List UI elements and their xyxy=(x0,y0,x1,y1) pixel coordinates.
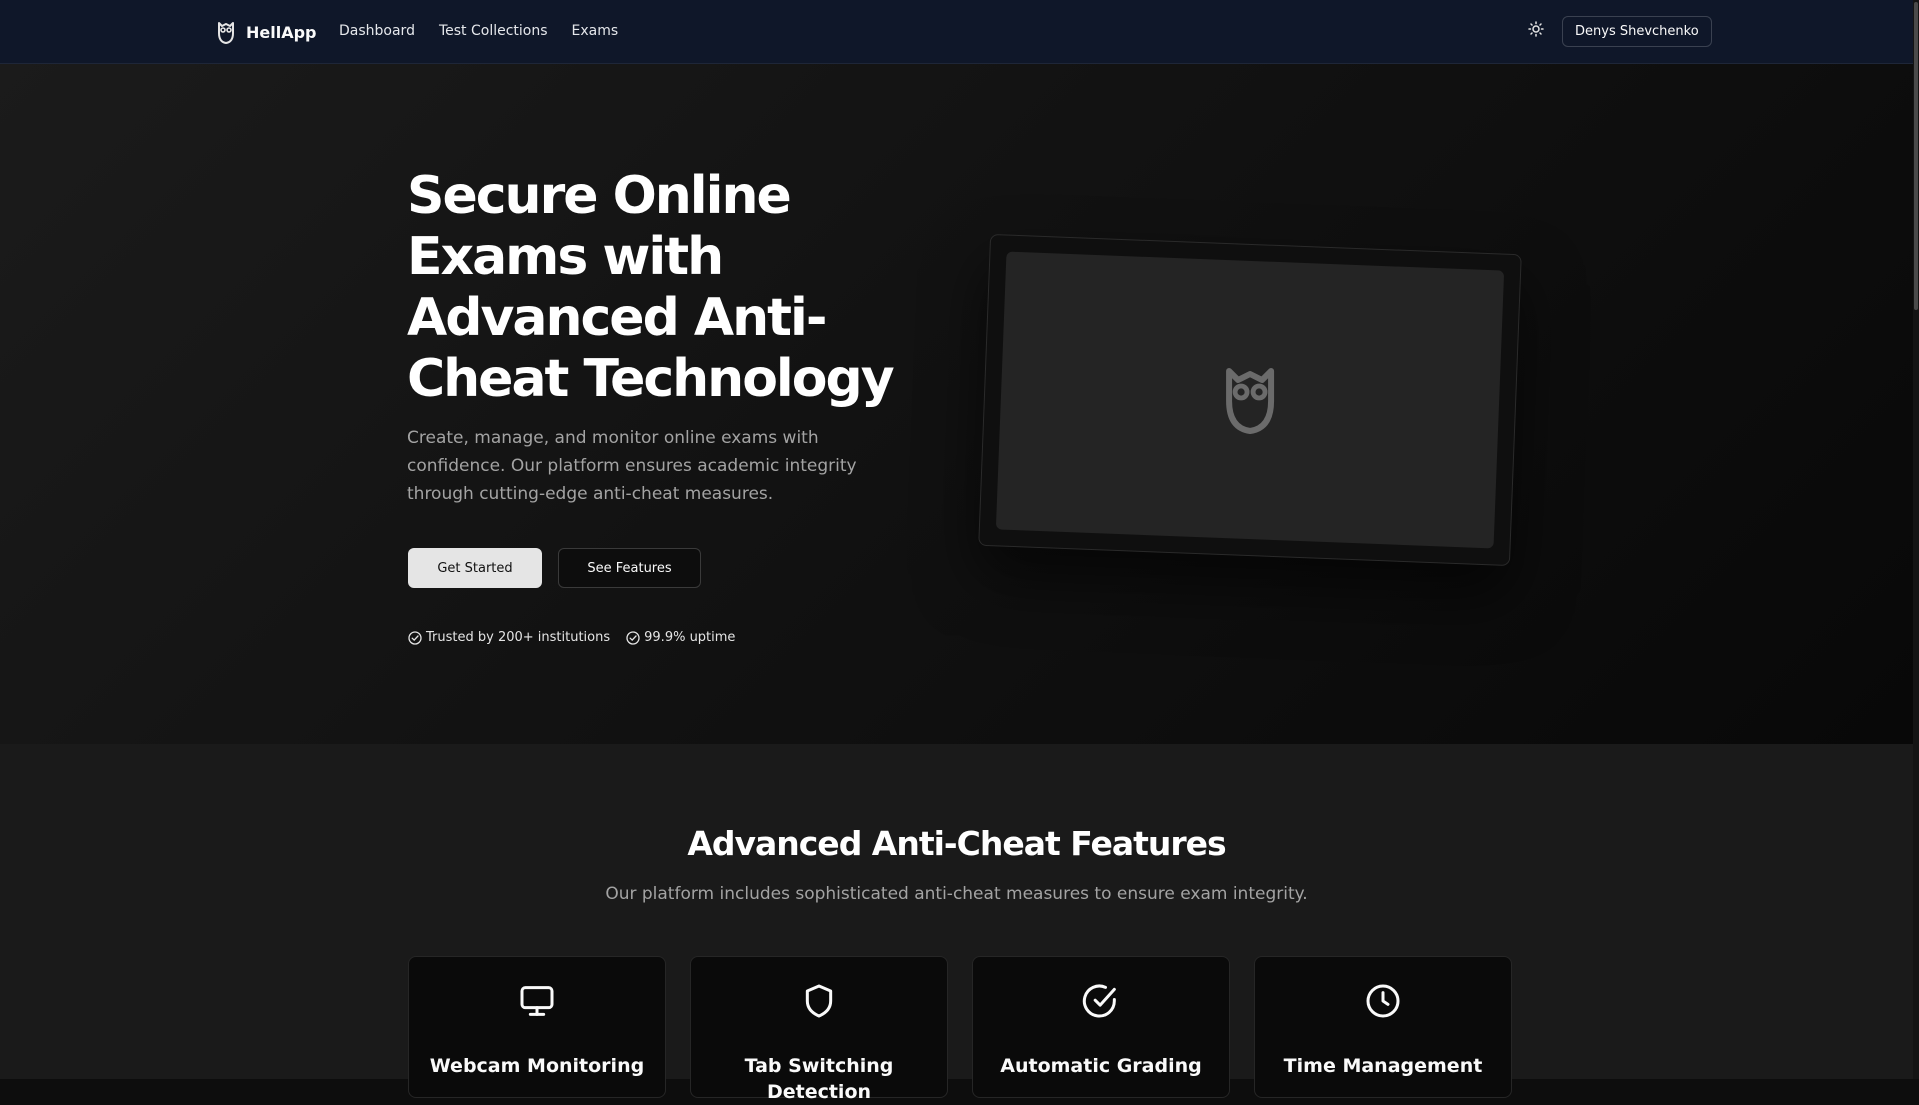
feature-card-title: Tab Switching Detection xyxy=(744,1055,894,1103)
feature-card-grading: Automatic Grading xyxy=(972,956,1230,1098)
features-section: Advanced Anti-Cheat Features Our platfor… xyxy=(0,744,1913,1103)
features-title: Advanced Anti-Cheat Features xyxy=(687,824,1226,863)
clock-icon xyxy=(1363,981,1403,1025)
monitor-icon xyxy=(517,981,557,1025)
user-menu-button[interactable]: Denys Shevchenko xyxy=(1562,16,1712,47)
features-subtitle: Our platform includes sophisticated anti… xyxy=(605,884,1308,904)
get-started-button[interactable]: Get Started xyxy=(408,548,542,588)
hero-title: Secure Online Exams with Advanced Anti-C… xyxy=(407,166,895,409)
nav-link-test-collections[interactable]: Test Collections xyxy=(439,23,548,39)
owl-logo-icon xyxy=(216,19,236,45)
sun-icon xyxy=(1528,21,1544,41)
feature-card-webcam: Webcam Monitoring xyxy=(408,956,666,1098)
brand-name: HellApp xyxy=(246,22,317,42)
top-navbar: HellApp Dashboard Test Collections Exams… xyxy=(0,0,1919,64)
feature-card-tab-switching: Tab Switching Detection xyxy=(690,956,948,1103)
feature-card-title: Webcam Monitoring xyxy=(429,1055,645,1077)
hero-description: Create, manage, and monitor online exams… xyxy=(407,428,857,504)
shield-icon xyxy=(799,981,839,1025)
hero-section xyxy=(0,64,1913,744)
hero-device-illustration xyxy=(978,233,1522,567)
feature-card-time: Time Management xyxy=(1254,956,1512,1098)
nav-link-dashboard[interactable]: Dashboard xyxy=(339,23,415,39)
check-circle-icon xyxy=(1081,981,1121,1025)
check-circle-icon xyxy=(626,630,640,645)
trust-badges: Trusted by 200+ institutions 99.9% uptim… xyxy=(408,630,735,645)
scrollbar-thumb[interactable] xyxy=(1914,2,1918,310)
trust-badge-text: Trusted by 200+ institutions xyxy=(426,630,611,645)
check-circle-icon xyxy=(408,630,422,645)
trust-badge-institutions: Trusted by 200+ institutions xyxy=(408,630,610,645)
main-nav: Dashboard Test Collections Exams xyxy=(339,23,618,39)
device-screen xyxy=(995,251,1505,549)
brand-logo-link[interactable]: HellApp xyxy=(216,19,317,45)
nav-link-exams[interactable]: Exams xyxy=(572,23,619,39)
owl-logo-icon xyxy=(1218,356,1281,444)
trust-badge-text: 99.9% uptime xyxy=(644,630,736,645)
see-features-button[interactable]: See Features xyxy=(558,548,701,588)
theme-toggle-button[interactable] xyxy=(1525,20,1547,42)
trust-badge-uptime: 99.9% uptime xyxy=(626,630,735,645)
feature-card-title: Time Management xyxy=(1283,1055,1483,1077)
feature-card-title: Automatic Grading xyxy=(1000,1055,1202,1077)
